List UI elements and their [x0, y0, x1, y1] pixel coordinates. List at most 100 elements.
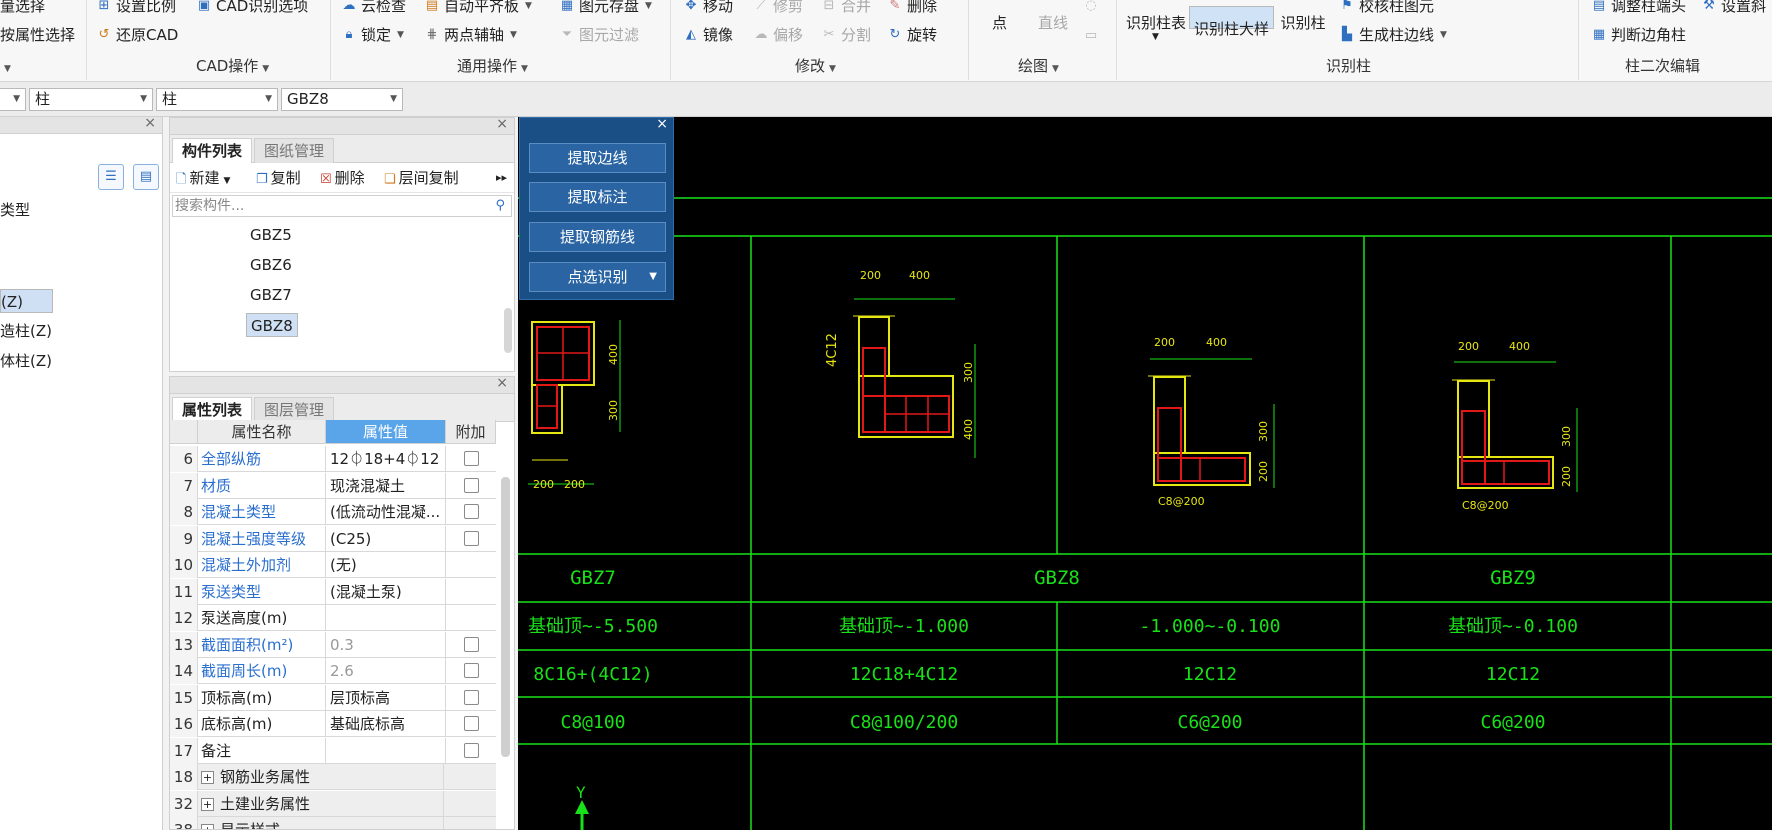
- group-draw[interactable]: 绘图 ▼: [1018, 55, 1059, 77]
- property-value[interactable]: (低流动性混凝...: [326, 499, 446, 525]
- two-point-axis-button[interactable]: ⋕ 两点辅轴 ▼: [423, 24, 517, 46]
- tab-layer-manage[interactable]: 图层管理: [254, 397, 335, 422]
- property-row[interactable]: 9 混凝土强度等级 (C25): [170, 525, 496, 552]
- arc-button[interactable]: ◌: [1082, 0, 1100, 17]
- expand-icon[interactable]: +: [201, 824, 214, 829]
- extra-checkbox[interactable]: [464, 742, 479, 758]
- rect-button[interactable]: ▭: [1082, 25, 1100, 47]
- floor-copy-button[interactable]: ❏ 层间复制: [384, 167, 459, 189]
- extra-checkbox[interactable]: [464, 663, 479, 678]
- verify-col-button[interactable]: ⚑ 校核柱图元: [1338, 0, 1434, 17]
- extra-checkbox[interactable]: [464, 689, 479, 705]
- group-modify[interactable]: 修改 ▼: [795, 55, 836, 77]
- expand-icon[interactable]: +: [201, 797, 214, 811]
- cloud-check-button[interactable]: ☁ 云检查: [340, 0, 407, 17]
- search-icon[interactable]: ⚲: [495, 196, 505, 216]
- new-button[interactable]: 🗋︎ 新建 ▼: [176, 167, 230, 189]
- category-select[interactable]: 柱 ▼: [29, 88, 153, 111]
- property-row[interactable]: 14 截面周长(m) 2.6: [170, 658, 496, 684]
- property-row[interactable]: 8 混凝土类型 (低流动性混凝...: [170, 499, 496, 525]
- offset-button[interactable]: ☁ 偏移: [752, 24, 804, 46]
- cad-canvas[interactable]: 400 300 200 200 200 400 4C12 300 400 200…: [518, 117, 1772, 830]
- tree-item[interactable]: 体柱(Z): [0, 349, 52, 373]
- scrollbar-thumb[interactable]: [504, 308, 512, 353]
- identify-col-table-button[interactable]: 识别柱表 ▼: [1125, 0, 1187, 50]
- list-item[interactable]: GBZ5: [246, 223, 296, 247]
- point-identify-button[interactable]: 点选识别 ▼: [529, 262, 666, 292]
- save-elements-button[interactable]: ▦ 图元存盘 ▼: [558, 0, 652, 17]
- set-oblique-button[interactable]: ⚒ 设置斜: [1700, 0, 1766, 17]
- cad-options-button[interactable]: ▣ CAD识别选项: [195, 0, 308, 17]
- close-icon[interactable]: ×: [496, 116, 508, 132]
- property-value[interactable]: 12⏀18+4⏀12: [326, 446, 446, 472]
- delete-component-button[interactable]: ☒ 删除: [320, 167, 365, 189]
- property-row[interactable]: 12 泵送高度(m): [170, 605, 496, 631]
- set-scale-button[interactable]: ⊞ 设置比例: [95, 0, 176, 17]
- close-icon[interactable]: ×: [144, 115, 156, 131]
- property-group-row[interactable]: 18 + 钢筋业务属性: [170, 764, 496, 790]
- rotate-button[interactable]: ↻ 旋转: [886, 24, 937, 46]
- tab-property-list[interactable]: 属性列表: [172, 397, 253, 422]
- attr-select-button[interactable]: 按属性选择: [0, 24, 75, 46]
- tree-item[interactable]: 类型: [0, 198, 30, 222]
- list-view-icon[interactable]: ☰: [98, 164, 124, 190]
- restore-cad-button[interactable]: ↺ 还原CAD: [95, 24, 179, 46]
- group-general-ops[interactable]: 通用操作 ▼: [457, 55, 528, 77]
- batch-select-button[interactable]: 量选择: [0, 0, 45, 17]
- identify-col-button[interactable]: 识别柱: [1278, 0, 1328, 50]
- group-cad-ops[interactable]: CAD操作 ▼: [196, 55, 269, 77]
- property-value[interactable]: (无): [326, 552, 446, 578]
- property-value[interactable]: 现浇混凝土: [326, 472, 446, 499]
- property-row[interactable]: 10 混凝土外加剂 (无): [170, 552, 496, 578]
- component-select[interactable]: GBZ8 ▼: [281, 88, 403, 111]
- property-row[interactable]: 17 备注: [170, 737, 496, 764]
- property-value[interactable]: (混凝土泵): [326, 578, 446, 605]
- identify-col-detail-button[interactable]: 识别柱大样: [1189, 6, 1274, 38]
- trim-button[interactable]: ⟋ 修剪: [752, 0, 803, 17]
- property-value[interactable]: 2.6: [326, 658, 446, 684]
- property-value[interactable]: (C25): [326, 525, 446, 552]
- scrollbar-thumb[interactable]: [501, 477, 510, 757]
- close-icon[interactable]: ×: [496, 377, 508, 391]
- card-view-icon[interactable]: ▤: [133, 164, 159, 190]
- extra-checkbox[interactable]: [464, 451, 479, 466]
- merge-button[interactable]: ⊟ 合并: [820, 0, 871, 17]
- tab-component-list[interactable]: 构件列表: [172, 138, 253, 163]
- property-row[interactable]: 15 顶标高(m) 层顶标高: [170, 684, 496, 711]
- extra-checkbox[interactable]: [464, 716, 479, 731]
- tree-item[interactable]: 造柱(Z): [0, 319, 52, 343]
- lock-button[interactable]: 🔒︎ 锁定 ▼: [340, 24, 404, 46]
- line-button[interactable]: 直线: [1038, 12, 1068, 34]
- list-item-selected[interactable]: GBZ8: [246, 313, 298, 337]
- close-icon[interactable]: ×: [656, 116, 668, 132]
- split-button[interactable]: ✂ 分割: [820, 24, 871, 46]
- property-value[interactable]: 层顶标高: [326, 684, 446, 711]
- property-group-row[interactable]: 32 + 土建业务属性: [170, 790, 496, 817]
- group-arrow[interactable]: ▼: [0, 55, 11, 77]
- point-button[interactable]: 点: [992, 12, 1007, 34]
- filter-elements-button[interactable]: ⏷ 图元过滤: [558, 24, 639, 46]
- extra-checkbox[interactable]: [464, 636, 479, 652]
- property-value[interactable]: [326, 605, 446, 631]
- list-item[interactable]: GBZ6: [246, 253, 296, 277]
- property-row[interactable]: 11 泵送类型 (混凝土泵): [170, 578, 496, 605]
- property-row[interactable]: 6 全部纵筋 12⏀18+4⏀12: [170, 446, 496, 472]
- property-row[interactable]: 7 材质 现浇混凝土: [170, 472, 496, 499]
- extra-checkbox[interactable]: [464, 477, 479, 493]
- property-row[interactable]: 16 底标高(m) 基础底标高: [170, 711, 496, 737]
- floor-select[interactable]: ▼: [0, 88, 26, 111]
- mirror-button[interactable]: ◭ 镜像: [682, 24, 733, 46]
- extract-edge-button[interactable]: 提取边线: [529, 143, 666, 173]
- delete-button[interactable]: ✎ 删除: [886, 0, 937, 17]
- type-select[interactable]: 柱 ▼: [156, 88, 278, 111]
- extract-rebar-button[interactable]: 提取钢筋线: [529, 222, 666, 252]
- property-row[interactable]: 13 截面面积(m²) 0.3: [170, 631, 496, 658]
- judge-corner-button[interactable]: ▦ 判断边角柱: [1590, 24, 1686, 46]
- gen-col-edge-button[interactable]: ▙ 生成柱边线 ▼: [1338, 24, 1447, 46]
- extract-label-button[interactable]: 提取标注: [529, 182, 666, 212]
- copy-button[interactable]: ❐ 复制: [256, 167, 301, 189]
- component-search-input[interactable]: 搜索构件... ⚲: [172, 195, 512, 217]
- expand-icon[interactable]: +: [201, 771, 214, 784]
- tab-drawing-manage[interactable]: 图纸管理: [254, 138, 335, 163]
- property-group-row[interactable]: 38+ 显示样式: [170, 817, 496, 829]
